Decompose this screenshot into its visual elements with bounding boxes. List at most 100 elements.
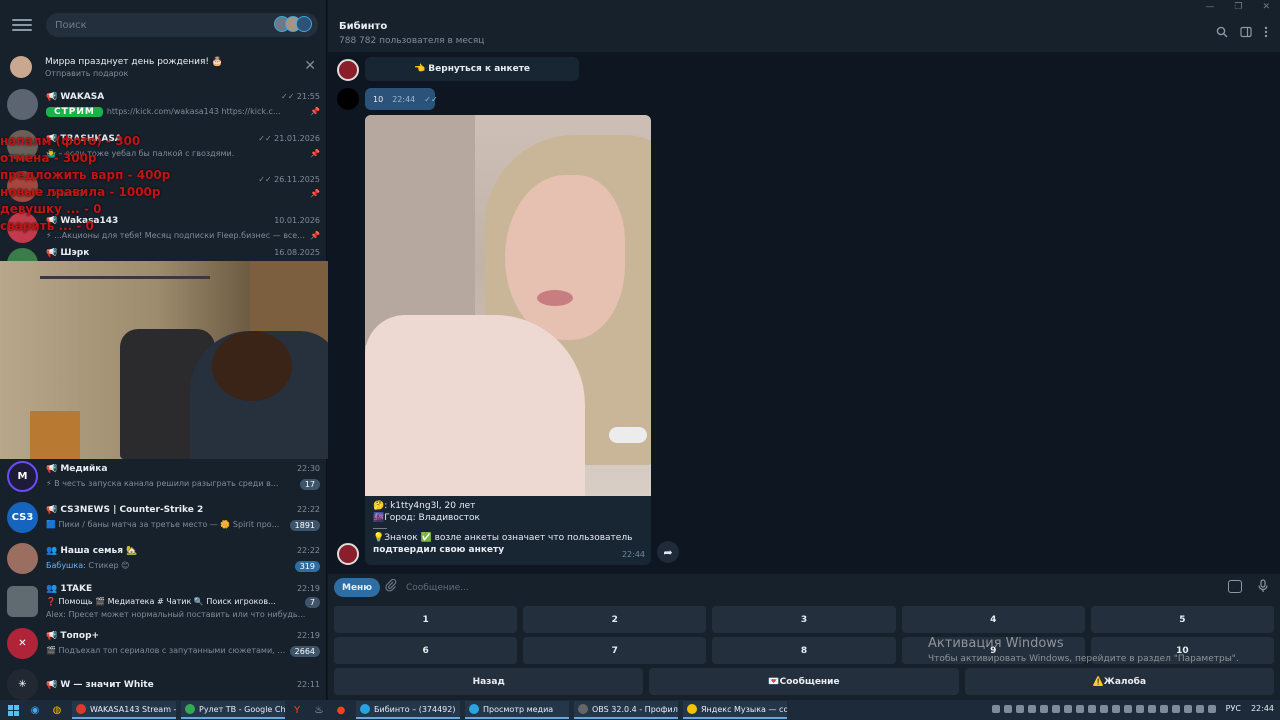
chat-subtitle: 788 782 пользователя в месяц bbox=[339, 36, 485, 46]
chat-item-white[interactable]: ✳ 📢 W — значит White 22:11 bbox=[0, 664, 326, 700]
bot-avatar[interactable] bbox=[337, 543, 359, 565]
yandex-icon[interactable]: Y bbox=[290, 703, 304, 717]
clock[interactable]: 22:44 bbox=[1251, 704, 1274, 713]
avatar: ✕ bbox=[7, 628, 38, 659]
microphone-icon[interactable] bbox=[1258, 579, 1268, 596]
kb-button-5[interactable]: 5 bbox=[1090, 606, 1275, 633]
kb-button-9[interactable]: 9 bbox=[901, 637, 1085, 664]
chat-name: 📢 W — значит White bbox=[46, 679, 154, 690]
bot-menu-button[interactable]: Меню bbox=[334, 578, 381, 597]
header-icons bbox=[1216, 26, 1268, 41]
webcam-overlay bbox=[0, 261, 352, 459]
pin-icon: 📌 bbox=[310, 230, 320, 240]
chat-name: 👥 1TAKE bbox=[46, 583, 93, 594]
send-message-button[interactable]: 💌Сообщение bbox=[649, 668, 959, 695]
search-input[interactable]: Поиск bbox=[46, 13, 318, 37]
kb-button-10[interactable]: 10 bbox=[1090, 637, 1275, 664]
profile-message[interactable]: 🤔: k1tty4ng3l, 20 лет 🌆Город: Владивосто… bbox=[365, 115, 651, 565]
birthday-subtitle: Отправить подарок bbox=[45, 68, 129, 78]
birthday-banner[interactable]: Мирра празднует день рождения! 🎂 Отправи… bbox=[0, 50, 326, 84]
maximize-button[interactable]: ❐ bbox=[1234, 2, 1242, 12]
avatar: CS3 bbox=[7, 502, 38, 533]
chat-preview: Стикер 😊 bbox=[88, 560, 130, 570]
taskbar-app[interactable]: Просмотр медиа bbox=[465, 701, 569, 719]
chat-item-cs3news[interactable]: CS3 📢 CS3NEWS | Counter-Strike 2 22:22 🟦 … bbox=[0, 497, 326, 538]
read-check-icon: ✓✓ bbox=[424, 94, 438, 104]
taskbar-app[interactable]: OBS 32.0.4 - Профил... bbox=[574, 701, 678, 719]
chat-time: 22:22 bbox=[296, 545, 320, 555]
profile-photo[interactable] bbox=[365, 115, 651, 496]
kb-button-8[interactable]: 8 bbox=[712, 637, 896, 664]
message-time: 22:44 bbox=[621, 550, 645, 559]
chat-item-topor[interactable]: ✕ 📢 Топор+ 22:19 🎬 Подъехал топ сериалов … bbox=[0, 623, 326, 664]
chat-preview: Alex: Пресет может нормальный поставить … bbox=[46, 609, 306, 619]
outgoing-message: 10 22:44 ✓✓ bbox=[365, 88, 438, 110]
search-icon[interactable] bbox=[1216, 26, 1228, 41]
chat-time: 22:19 bbox=[296, 583, 320, 593]
chat-name: 📢 Медийка bbox=[46, 463, 108, 474]
keyboard-toggle-icon[interactable] bbox=[1228, 580, 1242, 593]
chat-time: 22:19 bbox=[296, 630, 320, 640]
sidebar-toggle-icon[interactable] bbox=[1240, 26, 1252, 41]
overlay-line: девушку ... - 0 bbox=[0, 202, 102, 216]
back-button[interactable]: Назад bbox=[334, 668, 644, 695]
kb-button-4[interactable]: 4 bbox=[901, 606, 1085, 633]
avatar: ✳ bbox=[7, 669, 38, 700]
stream-tag: СТРИМ bbox=[46, 107, 103, 117]
screen: Поиск Мирра празднует день рождения! 🎂 О… bbox=[0, 0, 1280, 720]
chat-time: 10.01.2026 bbox=[274, 215, 320, 225]
chat-list-topbar: Поиск bbox=[0, 0, 326, 50]
message-input[interactable] bbox=[406, 578, 1206, 598]
unread-badge: 2664 bbox=[289, 645, 320, 657]
avatar bbox=[10, 56, 32, 78]
edge-icon[interactable]: ◉ bbox=[28, 703, 42, 717]
bot-avatar[interactable] bbox=[337, 59, 359, 81]
report-button[interactable]: ⚠️Жалоба bbox=[964, 668, 1274, 695]
overlay-line: новые правила - 1000р bbox=[0, 185, 161, 199]
taskbar-app[interactable]: Рулет ТВ - Google Ch... bbox=[181, 701, 285, 719]
message-composer: Меню bbox=[328, 574, 1280, 602]
stories-avatars[interactable] bbox=[274, 16, 312, 32]
user-avatar[interactable] bbox=[337, 88, 359, 110]
kb-button-6[interactable]: 6 bbox=[334, 637, 518, 664]
chat-name: 📢 Топор+ bbox=[46, 630, 100, 641]
chat-name: 📢 Шэрк bbox=[46, 248, 90, 258]
window-controls: — ❐ ✕ bbox=[1205, 2, 1270, 12]
chrome-icon[interactable]: ◍ bbox=[50, 703, 64, 717]
chat-item-1take[interactable]: 👥 1TAKE 22:19 ❓ Помощь 🎬 Медиатека # Чати… bbox=[0, 579, 326, 623]
chat-item-mediyka[interactable]: M 📢 Медийка 22:30 ⚡ В честь запуска канал… bbox=[0, 456, 326, 497]
kb-button-3[interactable]: 3 bbox=[712, 606, 896, 633]
kb-button-2[interactable]: 2 bbox=[523, 606, 707, 633]
taskbar-app[interactable]: WAKASA143 Stream -... bbox=[72, 701, 176, 719]
close-button[interactable]: ✕ bbox=[1262, 2, 1270, 12]
taskbar-app[interactable]: Яндекс Музыка — со... bbox=[683, 701, 787, 719]
taskbar: ◉ ◍ WAKASA143 Stream -... Рулет ТВ - Goo… bbox=[0, 700, 1280, 720]
stream-overlay-text: напалм (фото) - 300 отмена - 300р предло… bbox=[0, 133, 200, 235]
steam-icon[interactable]: ♨ bbox=[312, 703, 326, 717]
language-indicator[interactable]: РУС bbox=[1226, 704, 1241, 713]
more-icon[interactable] bbox=[1264, 26, 1268, 41]
windows-start-icon[interactable] bbox=[6, 703, 20, 717]
kb-button-7[interactable]: 7 bbox=[523, 637, 707, 664]
kb-button-1[interactable]: 1 bbox=[334, 606, 518, 633]
yandex-browser-icon[interactable]: ● bbox=[334, 703, 348, 717]
menu-icon[interactable] bbox=[12, 19, 32, 31]
chat-name: 👥 Наша семья 🏡 bbox=[46, 545, 138, 556]
system-tray: РУС 22:44 bbox=[991, 704, 1274, 713]
return-to-profile-button[interactable]: 👈 Вернуться к анкете bbox=[365, 57, 579, 81]
chat-time: 16.08.2025 bbox=[274, 248, 320, 257]
avatar bbox=[7, 585, 38, 617]
chat-name: 📢 WAKASA bbox=[46, 92, 105, 102]
forward-icon[interactable]: ➦ bbox=[657, 541, 679, 563]
attach-icon[interactable] bbox=[385, 578, 397, 595]
search-placeholder: Поиск bbox=[55, 19, 87, 31]
close-icon[interactable]: ✕ bbox=[304, 58, 316, 74]
chat-header[interactable]: Бибинто 788 782 пользователя в месяц — ❐… bbox=[328, 0, 1280, 52]
minimize-button[interactable]: — bbox=[1205, 2, 1214, 12]
taskbar-app[interactable]: Бибинто – (374492) bbox=[356, 701, 460, 719]
chat-item-wakasa[interactable]: 📢 WAKASA ✓✓ 21:55 СТРИМ https://kick.com/w… bbox=[0, 84, 326, 125]
chat-preview: 🟦 Пики / баны матча за третье место — 🌼 … bbox=[46, 519, 280, 529]
chat-time: 22:11 bbox=[296, 679, 320, 689]
avatar bbox=[7, 89, 38, 120]
chat-item-family[interactable]: 👥 Наша семья 🏡 22:22 Бабушка: Стикер 😊 319 bbox=[0, 538, 326, 579]
